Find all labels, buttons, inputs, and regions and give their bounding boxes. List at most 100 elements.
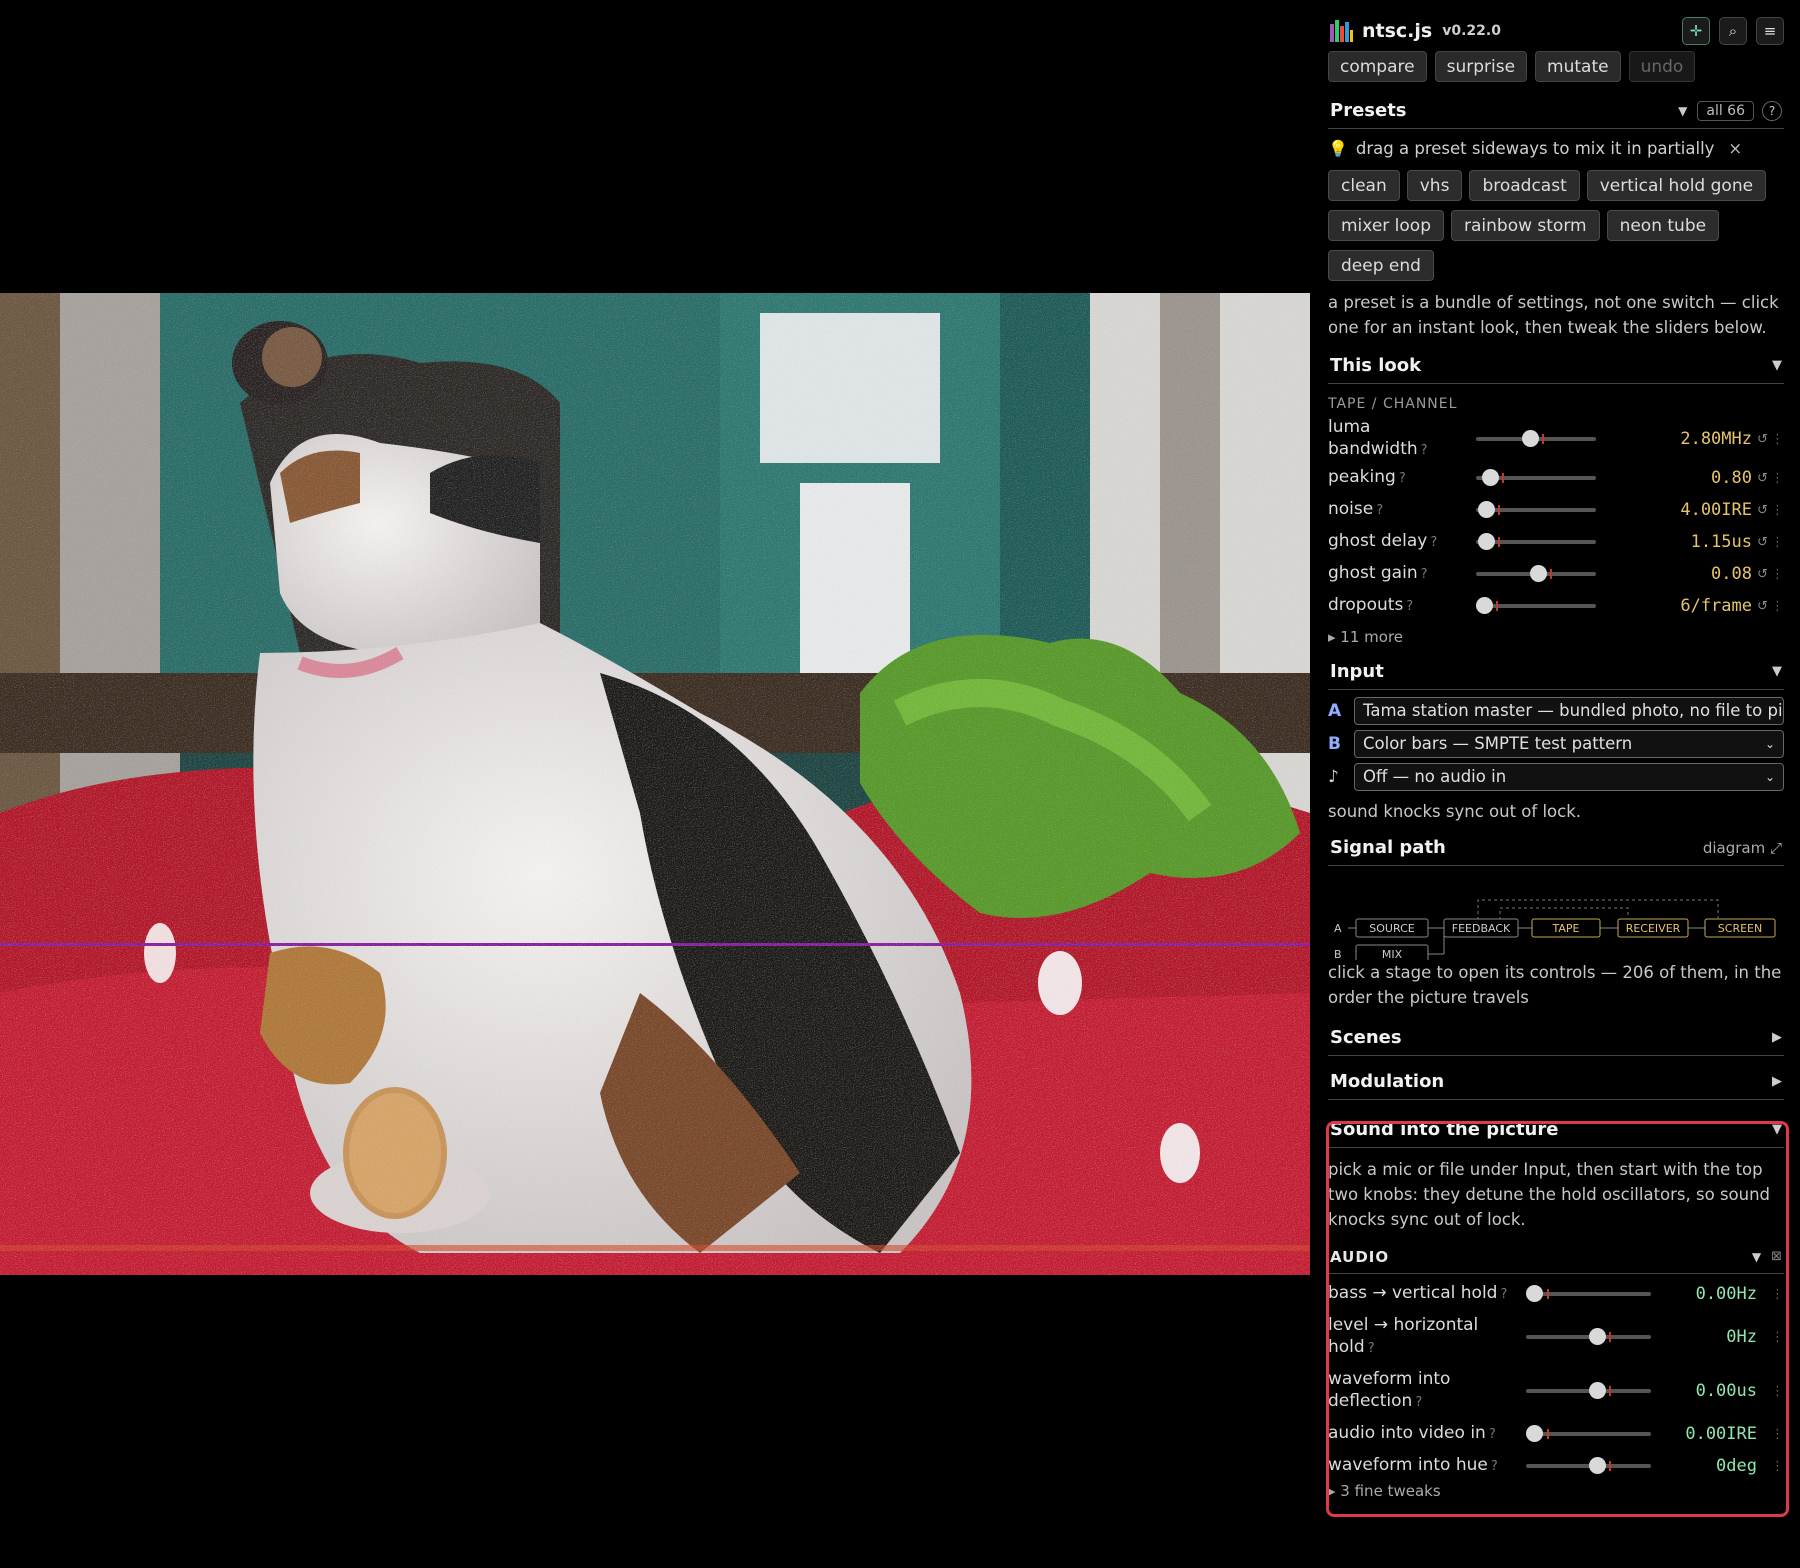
collapse-arrow-icon[interactable]: ▼ <box>1752 1250 1761 1264</box>
slider-value[interactable]: 0.00IRE <box>1685 1424 1757 1444</box>
slider-value[interactable]: 4.00IRE <box>1680 500 1752 520</box>
more-toggle[interactable]: ▸ 11 more <box>1328 628 1784 646</box>
node-receiver[interactable]: RECEIVER <box>1617 918 1689 938</box>
slider-thumb[interactable] <box>1526 1285 1543 1302</box>
slider-thumb[interactable] <box>1588 1382 1606 1399</box>
menu-icon[interactable]: ≡ <box>1756 17 1784 45</box>
presets-header[interactable]: Presets ▼ all 66 ? <box>1328 93 1784 129</box>
more-options-icon[interactable]: ⋮ <box>1771 1459 1784 1474</box>
close-icon[interactable]: × <box>1728 139 1742 158</box>
presets-filter[interactable]: all 66 <box>1697 100 1754 121</box>
input-header[interactable]: Input ▼ <box>1328 654 1784 690</box>
reset-icon[interactable]: ↺ <box>1757 599 1768 614</box>
slider-track[interactable] <box>1526 1328 1651 1345</box>
modulation-header[interactable]: Modulation ▶ <box>1328 1064 1784 1100</box>
diagram-link[interactable]: diagram ⤢ <box>1703 839 1782 857</box>
slider-value[interactable]: 0.08 <box>1711 564 1752 584</box>
slider-thumb[interactable] <box>1482 469 1500 486</box>
crosshair-icon[interactable]: ✛ <box>1682 17 1710 45</box>
more-options-icon[interactable]: ⋮ <box>1771 535 1784 550</box>
more-options-icon[interactable]: ⋮ <box>1771 1287 1784 1302</box>
node-screen[interactable]: SCREEN <box>1704 918 1776 938</box>
more-options-icon[interactable]: ⋮ <box>1771 599 1784 614</box>
preset-neon-tube[interactable]: neon tube <box>1606 210 1720 241</box>
node-source[interactable]: SOURCE <box>1355 918 1429 938</box>
node-tape[interactable]: TAPE <box>1531 918 1601 938</box>
slider-track[interactable] <box>1526 1425 1651 1442</box>
slider-thumb[interactable] <box>1588 1457 1606 1474</box>
preset-mixer-loop[interactable]: mixer loop <box>1328 210 1444 241</box>
slider-thumb[interactable] <box>1526 1425 1543 1442</box>
help-icon[interactable]: ? <box>1421 443 1428 458</box>
input-b-select[interactable]: Color bars — SMPTE test pattern ⌄ <box>1354 729 1784 758</box>
help-icon[interactable]: ? <box>1489 1427 1496 1442</box>
more-options-icon[interactable]: ⋮ <box>1771 1384 1784 1399</box>
slider-thumb[interactable] <box>1530 565 1548 582</box>
help-icon[interactable]: ? <box>1406 599 1413 614</box>
audio-group-header[interactable]: AUDIO ▼ ⊠ <box>1328 1240 1784 1274</box>
preset-clean[interactable]: clean <box>1328 170 1400 201</box>
preset-broadcast[interactable]: broadcast <box>1469 170 1580 201</box>
reset-icon[interactable]: ↺ <box>1757 535 1768 550</box>
node-feedback[interactable]: FEEDBACK <box>1443 918 1519 938</box>
slider-track[interactable] <box>1476 565 1596 582</box>
help-icon[interactable]: ? <box>1368 1341 1375 1356</box>
compare-button[interactable]: compare <box>1328 51 1427 82</box>
slider-track[interactable] <box>1476 501 1596 518</box>
slider-value[interactable]: 0.00us <box>1696 1381 1757 1401</box>
undo-button[interactable]: undo <box>1628 51 1696 82</box>
help-icon[interactable]: ? <box>1491 1459 1498 1474</box>
slider-track[interactable] <box>1476 533 1596 550</box>
collapse-arrow-icon[interactable]: ▼ <box>1772 358 1782 373</box>
audio-select[interactable]: Off — no audio in ⌄ <box>1354 762 1784 791</box>
slider-track[interactable] <box>1476 597 1596 614</box>
slider-value[interactable]: 2.80MHz <box>1680 429 1752 449</box>
surprise-button[interactable]: surprise <box>1434 51 1528 82</box>
slider-track[interactable] <box>1526 1285 1651 1302</box>
slider-track[interactable] <box>1476 469 1596 486</box>
collapse-arrow-icon[interactable]: ▼ <box>1772 664 1782 679</box>
help-icon[interactable]: ? <box>1376 503 1383 518</box>
slider-track[interactable] <box>1526 1382 1651 1399</box>
collapse-arrow-icon[interactable]: ▼ <box>1678 104 1687 118</box>
mutate-button[interactable]: mutate <box>1535 51 1621 82</box>
slider-value[interactable]: 0deg <box>1716 1456 1757 1476</box>
expand-arrow-icon[interactable]: ▶ <box>1772 1074 1782 1089</box>
slider-thumb[interactable] <box>1477 533 1495 550</box>
help-icon[interactable]: ? <box>1399 471 1406 486</box>
slider-thumb[interactable] <box>1477 501 1495 518</box>
more-options-icon[interactable]: ⋮ <box>1771 432 1784 447</box>
help-icon[interactable]: ? <box>1762 100 1782 121</box>
slider-thumb[interactable] <box>1476 597 1494 614</box>
signal-path-header[interactable]: Signal path diagram ⤢ <box>1328 830 1784 866</box>
slider-value[interactable]: 0Hz <box>1726 1327 1757 1347</box>
help-icon[interactable]: ? <box>1430 535 1437 550</box>
more-options-icon[interactable]: ⋮ <box>1771 1427 1784 1442</box>
slider-track[interactable] <box>1476 430 1596 447</box>
preset-vertical-hold-gone[interactable]: vertical hold gone <box>1586 170 1767 201</box>
help-icon[interactable]: ? <box>1421 567 1428 582</box>
this-look-header[interactable]: This look ▼ <box>1328 348 1784 384</box>
slider-track[interactable] <box>1526 1457 1651 1474</box>
more-options-icon[interactable]: ⋮ <box>1771 471 1784 486</box>
fine-tweaks-toggle[interactable]: ▸ 3 fine tweaks <box>1328 1482 1784 1500</box>
input-a-select[interactable]: Tama station master — bundled photo, no … <box>1354 696 1784 725</box>
more-options-icon[interactable]: ⋮ <box>1771 1330 1784 1345</box>
help-icon[interactable]: ? <box>1500 1287 1507 1302</box>
close-group-icon[interactable]: ⊠ <box>1771 1249 1782 1264</box>
search-icon[interactable]: ⌕ <box>1719 17 1747 45</box>
slider-value[interactable]: 0.00Hz <box>1696 1284 1757 1304</box>
reset-icon[interactable]: ↺ <box>1757 432 1768 447</box>
slider-value[interactable]: 6/frame <box>1680 596 1752 616</box>
preset-rainbow-storm[interactable]: rainbow storm <box>1451 210 1600 241</box>
preset-deep-end[interactable]: deep end <box>1328 250 1434 281</box>
slider-thumb[interactable] <box>1588 1328 1606 1345</box>
node-mix[interactable]: MIX <box>1355 944 1429 960</box>
slider-value[interactable]: 0.80 <box>1711 468 1752 488</box>
preset-vhs[interactable]: vhs <box>1406 170 1463 201</box>
expand-arrow-icon[interactable]: ▶ <box>1772 1030 1782 1045</box>
slider-value[interactable]: 1.15us <box>1691 532 1752 552</box>
reset-icon[interactable]: ↺ <box>1757 503 1768 518</box>
more-options-icon[interactable]: ⋮ <box>1771 567 1784 582</box>
more-options-icon[interactable]: ⋮ <box>1771 503 1784 518</box>
